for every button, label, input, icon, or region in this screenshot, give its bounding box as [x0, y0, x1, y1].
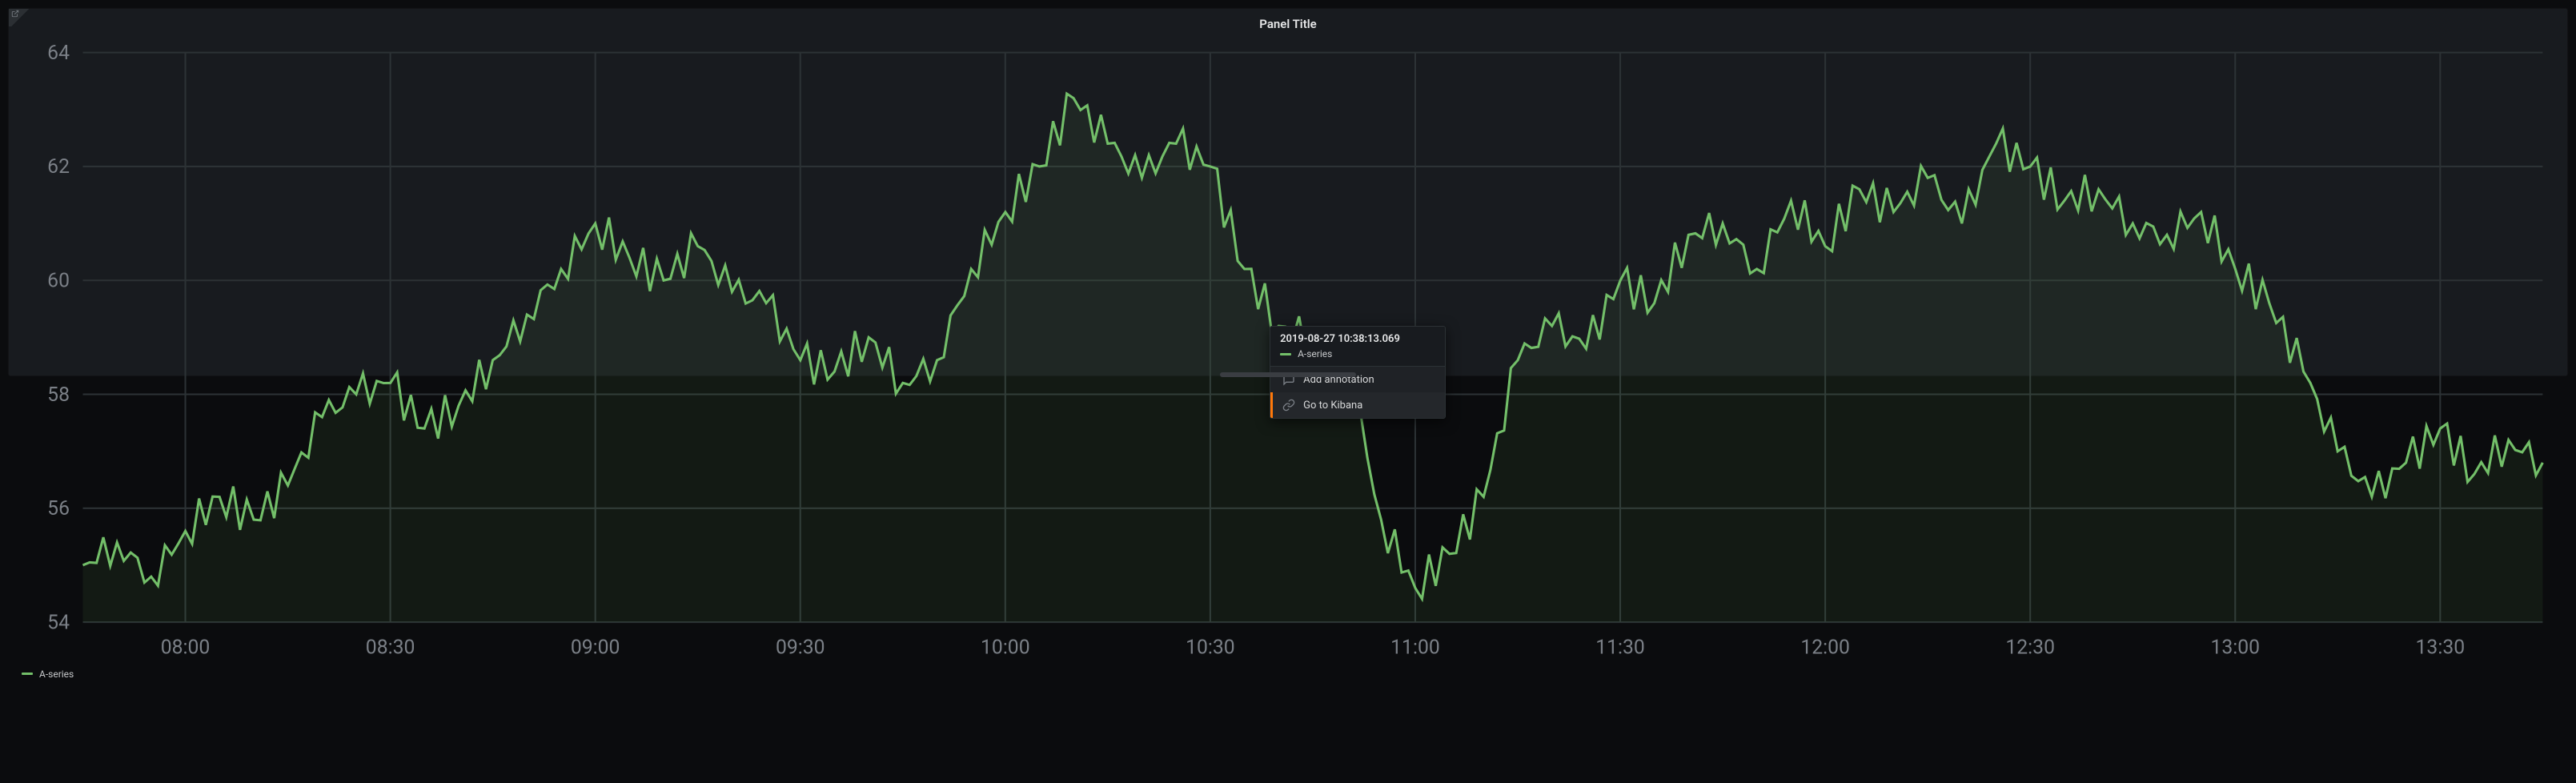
svg-text:60: 60: [47, 269, 70, 292]
series-color-swatch: [1280, 353, 1291, 355]
svg-text:56: 56: [47, 497, 70, 520]
svg-text:10:00: 10:00: [981, 636, 1030, 659]
tooltip-series-label: A-series: [1298, 348, 1332, 359]
svg-text:64: 64: [47, 42, 70, 65]
svg-text:13:30: 13:30: [2416, 636, 2466, 659]
svg-text:09:30: 09:30: [776, 636, 825, 659]
svg-text:11:00: 11:00: [1390, 636, 1440, 659]
open-external-icon[interactable]: [9, 9, 31, 26]
svg-text:12:00: 12:00: [1800, 636, 1850, 659]
svg-text:58: 58: [47, 383, 70, 407]
chart-legend[interactable]: A-series: [17, 664, 2559, 681]
legend-color-swatch: [22, 673, 33, 675]
svg-text:09:00: 09:00: [571, 636, 620, 659]
link-icon: [1282, 399, 1295, 412]
svg-text:08:00: 08:00: [161, 636, 211, 659]
svg-text:08:30: 08:30: [366, 636, 415, 659]
panel-title[interactable]: Panel Title: [17, 15, 2559, 36]
time-series-chart[interactable]: 54 56 58 60 62 64 08:00 08:30 09:00 09:30 10:00 10:…: [17, 36, 2559, 664]
tooltip-timestamp: 2019-08-27 10:38:13.069: [1280, 333, 1435, 345]
tooltip-header: 2019-08-27 10:38:13.069 A-series: [1270, 327, 1445, 367]
horizontal-scroll-indicator[interactable]: [1220, 372, 1356, 377]
svg-text:11:30: 11:30: [1595, 636, 1645, 659]
go-to-kibana-menu-item[interactable]: Go to Kibana: [1270, 392, 1445, 418]
go-to-kibana-label: Go to Kibana: [1303, 400, 1362, 412]
svg-text:62: 62: [47, 155, 70, 179]
svg-text:12:30: 12:30: [2005, 636, 2055, 659]
add-annotation-menu-item[interactable]: Add annotation: [1270, 367, 1445, 392]
legend-series-label: A-series: [39, 669, 74, 680]
svg-text:13:00: 13:00: [2210, 636, 2260, 659]
svg-text:54: 54: [47, 611, 70, 634]
tooltip-series: A-series: [1280, 348, 1435, 359]
svg-text:10:30: 10:30: [1186, 636, 1235, 659]
chart-panel: Panel Title 54565860626408:0008:3009:000…: [8, 8, 2568, 376]
